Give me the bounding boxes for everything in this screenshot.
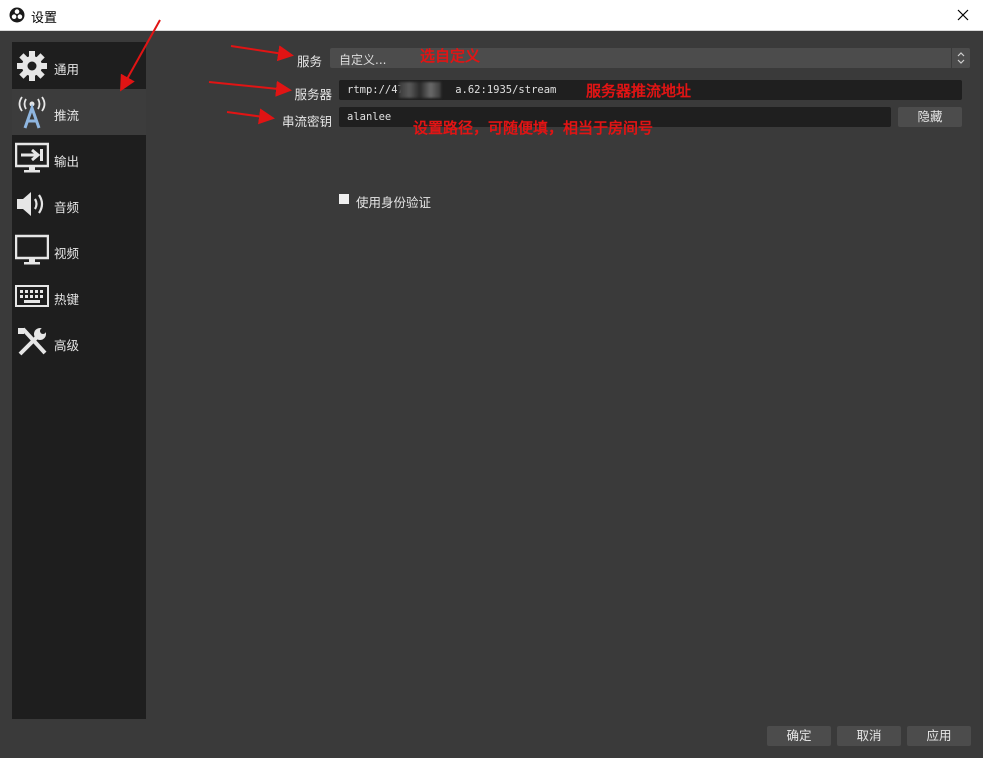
gear-icon: [15, 49, 49, 83]
broadcast-tower-icon: [15, 95, 49, 129]
speaker-icon: [15, 187, 49, 221]
tools-icon: [15, 325, 49, 359]
ok-button[interactable]: 确定: [767, 726, 831, 746]
sidebar-item-label: 音频: [54, 200, 80, 215]
sidebar-item-label: 通用: [54, 62, 80, 77]
service-value: 自定义...: [339, 53, 387, 67]
sidebar-item-output[interactable]: 输出: [12, 135, 146, 181]
sidebar-item-video[interactable]: 视频: [12, 227, 146, 273]
auth-checkbox-label: 使用身份验证: [356, 195, 432, 210]
server-value-suffix: a.62:1935/stream: [455, 84, 557, 96]
keyboard-icon: [15, 279, 49, 313]
monitor-icon: [14, 233, 50, 267]
annotation-server: 服务器推流地址: [586, 82, 692, 100]
sidebar-item-label: 视频: [54, 246, 80, 261]
sidebar-item-general[interactable]: 通用: [12, 43, 146, 89]
sidebar-item-label: 推流: [54, 108, 80, 123]
arrow-to-service: [230, 45, 294, 62]
redaction-mosaic: [399, 82, 441, 98]
annotation-service: 选自定义: [420, 47, 481, 65]
window-title: 设置: [31, 11, 58, 26]
spin-updown-icon: [951, 48, 970, 68]
service-label: 服务: [296, 54, 322, 69]
apply-button[interactable]: 应用: [907, 726, 971, 746]
sidebar-item-label: 热键: [54, 292, 80, 307]
sidebar-item-label: 输出: [54, 154, 80, 169]
sidebar-item-audio[interactable]: 音频: [12, 181, 146, 227]
output-monitor-icon: [14, 141, 50, 175]
sidebar-item-hotkeys[interactable]: 热键: [12, 273, 146, 319]
hide-key-button[interactable]: 隐藏: [898, 107, 962, 127]
sidebar-item-advanced[interactable]: 高级: [12, 319, 146, 365]
close-button[interactable]: [943, 0, 983, 30]
title-bar: 设置: [0, 0, 983, 31]
arrow-to-stream-key: [226, 108, 275, 125]
sidebar-item-label: 高级: [54, 338, 80, 353]
close-icon: [957, 9, 969, 21]
obs-logo-icon: [9, 7, 25, 23]
sidebar-item-stream[interactable]: 推流: [12, 89, 146, 135]
annotation-key: 设置路径，可随便填，相当于房间号: [413, 119, 654, 137]
auth-checkbox[interactable]: [339, 194, 349, 204]
cancel-button[interactable]: 取消: [837, 726, 901, 746]
server-label: 服务器: [294, 87, 332, 102]
stream-key-value: alanlee: [347, 111, 392, 123]
settings-sidebar: 通用 推流 输出 音频 视频 热键 高级: [12, 42, 146, 719]
stream-key-label: 串流密钥: [281, 114, 332, 129]
